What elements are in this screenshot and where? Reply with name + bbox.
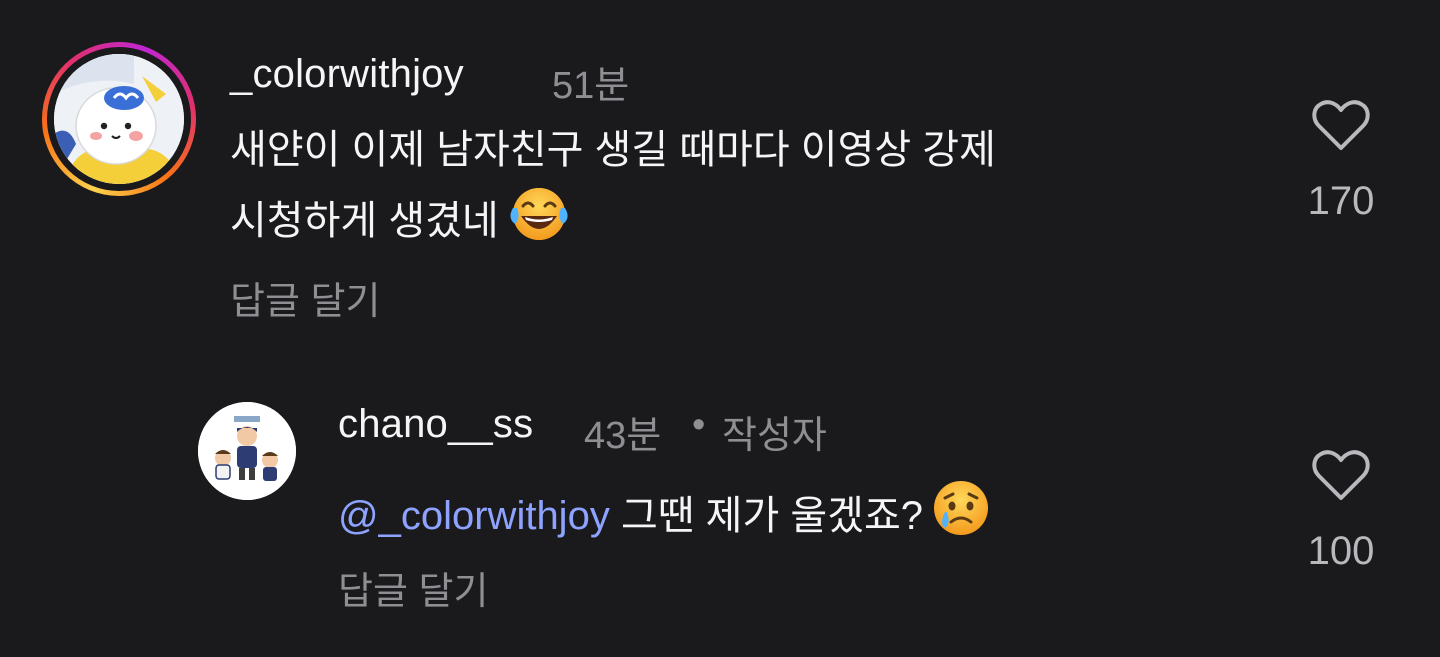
comments-thread: _colorwithjoy 51분 새얀이 이제 남자친구 생길 때마다 이영상… [0,0,1440,657]
comment-username[interactable]: chano__ss [338,402,533,447]
reply-button[interactable]: 답글 달기 [230,270,380,325]
comment-timestamp: 43분 [584,415,662,457]
comment-text-line: 시청하게 생겼네 [230,184,996,263]
like-count: 100 [1307,529,1375,573]
separator-dot: • [692,404,706,446]
like-control: 170 [1286,100,1396,224]
heart-icon[interactable] [1312,450,1370,507]
mention-link[interactable]: @_colorwithjoy [338,494,610,538]
avatar[interactable] [198,402,296,500]
crying-face-icon [931,478,991,559]
like-control: 100 [1286,450,1396,574]
avatar-character-image [54,54,184,184]
avatar-character-image [198,402,296,500]
avatar[interactable] [54,54,184,184]
heart-icon[interactable] [1312,100,1370,157]
comment-text-line: 새얀이 이제 남자친구 생길 때마다 이영상 강제 [230,128,996,172]
comment-body: 새얀이 이제 남자친구 생길 때마다 이영상 강제 시청하게 생겼네 [230,116,996,263]
like-count: 170 [1307,179,1375,223]
author-badge: 작성자 [722,415,827,457]
comment-text-fragment: 시청하게 생겼네 [230,199,499,244]
comment-body: @_colorwithjoy 그땐 제가 울겠죠? [338,478,991,559]
comment-timestamp: 51분 [552,65,630,107]
comment-text-fragment: 그땐 제가 울겠죠? [620,494,924,539]
comment-username[interactable]: _colorwithjoy [230,52,464,97]
reply-button[interactable]: 답글 달기 [338,560,488,615]
face-with-tears-of-joy-icon [507,184,571,263]
